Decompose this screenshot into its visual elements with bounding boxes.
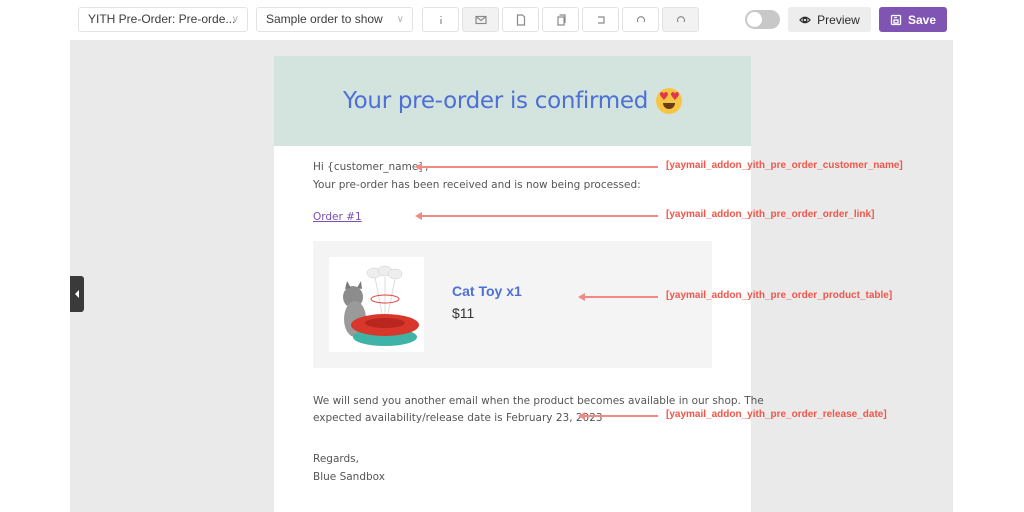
caret-left-icon — [75, 290, 79, 298]
sample-order-select-value: Sample order to show — [266, 12, 383, 26]
redo-button[interactable] — [662, 7, 699, 32]
eye-icon — [799, 16, 812, 23]
product-table[interactable]: Cat Toy x1 $11 — [313, 241, 712, 368]
email-header[interactable]: Your pre-order is confirmed ♥ ♥ — [274, 56, 751, 146]
annotation-arrow — [578, 293, 658, 301]
order-link[interactable]: Order #1 — [313, 210, 362, 224]
copy-button[interactable] — [542, 7, 579, 32]
undo-button[interactable] — [622, 7, 659, 32]
template-select-value: YITH Pre-Order: Pre-orde... — [88, 12, 236, 26]
copy-icon — [556, 13, 566, 26]
availability-text-line-1: We will send you another email when the … — [313, 395, 764, 407]
shortcode-label-customer-name: [yaymail_addon_yith_pre_order_customer_n… — [666, 160, 903, 171]
product-price: $11 — [452, 305, 475, 321]
preview-mode-toggle[interactable] — [745, 10, 780, 29]
redo-icon — [676, 15, 685, 22]
template-select[interactable]: YITH Pre-Order: Pre-orde... ∨ — [78, 7, 248, 32]
intro-text: Your pre-order has been received and is … — [313, 179, 641, 191]
shortcode-label-order-link: [yaymail_addon_yith_pre_order_order_link… — [666, 209, 875, 220]
info-icon — [439, 15, 442, 24]
editor-toolbar: YITH Pre-Order: Pre-orde... ∨ Sample ord… — [0, 0, 1024, 40]
reset-button[interactable] — [582, 7, 619, 32]
product-name: Cat Toy x1 — [452, 283, 522, 299]
chevron-down-icon: ∨ — [396, 14, 404, 25]
save-button-label: Save — [907, 12, 937, 27]
signature-text: Blue Sandbox — [313, 471, 385, 483]
email-heading: Your pre-order is confirmed — [342, 88, 649, 114]
product-image — [329, 257, 424, 352]
document-button[interactable] — [502, 7, 539, 32]
cat-toy-image-icon — [343, 265, 419, 346]
annotation-arrow — [578, 412, 658, 420]
toggle-knob — [747, 12, 762, 27]
availability-text-line-2: expected availability/release date is Fe… — [313, 412, 603, 424]
regards-text: Regards, — [313, 453, 359, 465]
sample-order-select[interactable]: Sample order to show ∨ — [256, 7, 413, 32]
annotation-arrow — [415, 212, 658, 220]
document-icon — [516, 13, 525, 26]
shortcode-label-release-date: [yaymail_addon_yith_pre_order_release_da… — [666, 409, 887, 420]
undo-icon — [636, 15, 645, 22]
info-button[interactable] — [422, 7, 459, 32]
preview-button-label: Preview — [817, 12, 860, 27]
annotation-arrow — [415, 163, 658, 171]
collapse-sidebar-button[interactable] — [70, 276, 84, 312]
heart-eyes-emoji-icon: ♥ ♥ — [656, 88, 683, 114]
preview-button[interactable]: Preview — [788, 7, 871, 32]
email-button[interactable] — [462, 7, 499, 32]
save-icon — [890, 14, 902, 25]
chevron-down-icon: ∨ — [231, 14, 239, 25]
reset-icon — [597, 15, 605, 24]
shortcode-label-product-table: [yaymail_addon_yith_pre_order_product_ta… — [666, 290, 893, 301]
mail-icon — [474, 15, 487, 24]
save-button[interactable]: Save — [879, 7, 947, 32]
greeting-text: Hi {customer_name}, — [313, 161, 429, 173]
